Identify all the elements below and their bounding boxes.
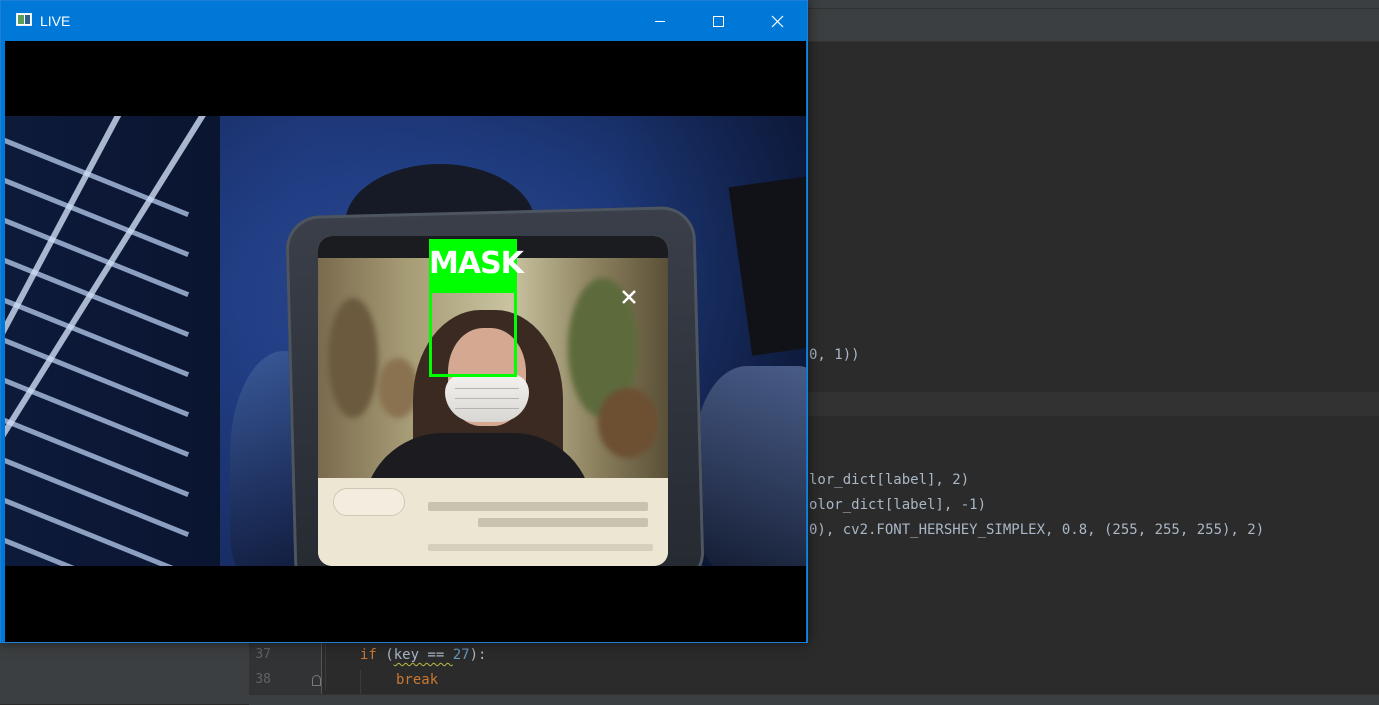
app-window-icon xyxy=(16,13,32,26)
video-frame: MASK xyxy=(5,41,806,642)
maximize-button[interactable] xyxy=(689,1,747,41)
visit-button xyxy=(333,488,405,516)
live-window[interactable]: LIVE MASK xyxy=(0,0,808,643)
detection-bounding-box xyxy=(429,290,517,377)
code-fragment: 0, 1)) xyxy=(809,347,860,363)
code-fragment: lor_dict[label], 2) xyxy=(809,472,970,488)
maximize-icon xyxy=(713,16,724,27)
code-fragment: 0), cv2.FONT_HERSHEY_SIMPLEX, 0.8, (255,… xyxy=(809,522,1265,538)
fold-marker-icon[interactable] xyxy=(312,675,321,686)
camera-feed-image: MASK xyxy=(5,116,806,566)
ad-card xyxy=(318,478,668,566)
editor-bottom-bar xyxy=(249,694,1379,705)
code-line-partial: lor_dict[label], 2) xyxy=(809,470,969,490)
indent-guide xyxy=(360,670,361,694)
minimize-icon xyxy=(655,21,665,22)
code-line-partial: 0), cv2.FONT_HERSHEY_SIMPLEX, 0.8, (255,… xyxy=(809,520,1264,540)
detection-label: MASK xyxy=(429,246,524,281)
code-line-partial: olor_dict[label], -1) xyxy=(809,495,986,515)
close-button[interactable] xyxy=(747,1,805,41)
line-number: 37 xyxy=(255,647,271,662)
close-icon xyxy=(622,290,636,304)
wire-rack xyxy=(5,116,220,566)
code-line-38[interactable]: break xyxy=(396,670,438,690)
hand xyxy=(695,366,806,566)
keyword-break: break xyxy=(396,672,439,688)
code-line-37[interactable]: if (key == 27): xyxy=(360,645,486,665)
code-fragment: olor_dict[label], -1) xyxy=(809,497,987,513)
code-line-partial: 0, 1)) xyxy=(809,345,860,365)
window-titlebar[interactable]: LIVE xyxy=(1,1,807,41)
window-title: LIVE xyxy=(40,13,71,29)
line-number: 38 xyxy=(255,672,271,687)
code-token: ): xyxy=(469,647,487,663)
keyword-if: if xyxy=(360,647,377,663)
code-number: 27 xyxy=(452,647,470,663)
close-icon xyxy=(771,15,784,28)
minimize-button[interactable] xyxy=(631,1,689,41)
face-mask xyxy=(445,374,529,422)
code-token: ( xyxy=(376,647,394,663)
code-token-warning: key == xyxy=(393,647,453,663)
